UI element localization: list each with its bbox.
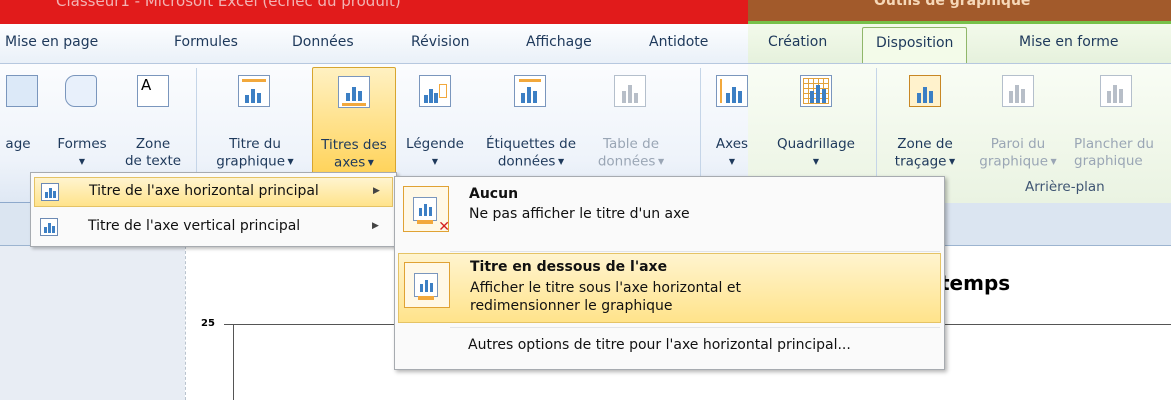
axis-titles-label-2: axes bbox=[334, 154, 366, 171]
menu-separator bbox=[450, 327, 940, 328]
dropdown-caret-icon: ▼ bbox=[1048, 157, 1057, 166]
tab-antidote[interactable]: Antidote bbox=[649, 34, 708, 50]
dropdown-caret-icon: ▼ bbox=[431, 157, 439, 166]
chart-floor-label-2: graphique bbox=[1074, 153, 1143, 169]
legend-button[interactable]: Légende ▼ bbox=[397, 67, 473, 175]
title-below-axis-description-1: Afficher le titre sous l'axe horizontal … bbox=[470, 280, 741, 296]
dropdown-caret-icon: ▼ bbox=[655, 157, 665, 166]
tab-donnees[interactable]: Données bbox=[292, 34, 354, 50]
data-labels-icon bbox=[514, 75, 546, 107]
title-below-axis-title: Titre en dessous de l'axe bbox=[470, 259, 668, 275]
axes-button[interactable]: Axes ▼ bbox=[703, 67, 761, 175]
menu-separator bbox=[450, 251, 940, 252]
plot-area-icon bbox=[909, 75, 941, 107]
submenu-arrow-icon: ▶ bbox=[372, 221, 379, 231]
legend-label: Légende bbox=[406, 136, 464, 152]
vertical-axis-title-label: Titre de l'axe vertical principal bbox=[88, 218, 301, 234]
horizontal-axis-icon bbox=[41, 183, 59, 201]
chart-wall-label-2: graphique bbox=[979, 153, 1048, 170]
close-icon: ✕ bbox=[438, 219, 450, 235]
menu-item-horizontal-axis-title[interactable]: Titre de l'axe horizontal principal ▶ bbox=[34, 177, 393, 207]
gridlines-icon bbox=[800, 75, 832, 107]
contextual-title: Outils de graphique bbox=[874, 0, 1031, 9]
textbox-button[interactable]: A Zone de texte bbox=[121, 67, 185, 175]
chart-title-text[interactable]: temps bbox=[940, 271, 1010, 295]
data-table-label-1: Table de bbox=[602, 136, 660, 152]
y-axis-tick-label: 25 bbox=[201, 318, 215, 329]
picture-icon bbox=[6, 75, 38, 107]
dropdown-caret-icon: ▼ bbox=[285, 157, 294, 166]
submenu-arrow-icon: ▶ bbox=[373, 186, 380, 196]
legend-icon bbox=[419, 75, 451, 107]
window-title: Classeur1 - Microsoft Excel (échec du pr… bbox=[56, 0, 401, 10]
shapes-button[interactable]: Formes ▼ bbox=[49, 67, 115, 175]
chart-floor-icon bbox=[1100, 75, 1132, 107]
chart-title-label-2: graphique bbox=[216, 153, 285, 170]
axis-titles-icon bbox=[338, 76, 370, 108]
dropdown-caret-icon: ▼ bbox=[365, 158, 374, 167]
plot-area-label-1: Zone de bbox=[897, 136, 953, 152]
none-description: Ne pas afficher le titre d'un axe bbox=[469, 206, 690, 222]
axis-titles-menu: Titre de l'axe horizontal principal ▶ Ti… bbox=[30, 172, 397, 247]
tab-mise-en-page[interactable]: Mise en page bbox=[5, 34, 98, 50]
data-labels-label-2: données bbox=[497, 153, 556, 170]
plot-area-label-2: traçage bbox=[894, 153, 947, 170]
dropdown-caret-icon: ▼ bbox=[555, 157, 565, 166]
dropdown-caret-icon: ▼ bbox=[728, 157, 736, 166]
menu-item-vertical-axis-title[interactable]: Titre de l'axe vertical principal ▶ bbox=[34, 213, 393, 243]
axes-label: Axes bbox=[715, 136, 749, 152]
tab-disposition[interactable]: Disposition bbox=[862, 27, 968, 64]
axis-titles-button[interactable]: Titres des axes ▼ bbox=[312, 67, 396, 175]
ribbon-tabs: Mise en page Formules Données Révision A… bbox=[0, 24, 1171, 64]
vertical-axis-icon bbox=[40, 218, 58, 236]
tab-revision[interactable]: Révision bbox=[411, 34, 470, 50]
chart-title-icon bbox=[238, 75, 270, 107]
left-pane bbox=[0, 246, 185, 400]
data-table-label-2: données bbox=[597, 153, 656, 170]
menu-item-none[interactable]: ✕ Aucun Ne pas afficher le titre d'un ax… bbox=[398, 183, 941, 245]
none-title: Aucun bbox=[469, 186, 519, 202]
axis-titles-label-1: Titres des bbox=[321, 137, 387, 153]
chart-floor-label-1: Plancher du bbox=[1074, 136, 1154, 152]
image-label: age bbox=[5, 136, 31, 152]
tab-formules[interactable]: Formules bbox=[174, 34, 238, 50]
plot-area-button[interactable]: Zone de traçage ▼ bbox=[882, 67, 968, 175]
chart-wall-label-1: Paroi du bbox=[990, 136, 1046, 152]
chart-y-axis bbox=[233, 324, 234, 400]
textbox-icon: A bbox=[137, 75, 169, 107]
gridlines-button[interactable]: Quadrillage ▼ bbox=[764, 67, 868, 175]
chart-title-label-1: Titre du bbox=[229, 136, 281, 152]
chart-wall-icon bbox=[1002, 75, 1034, 107]
tab-creation[interactable]: Création bbox=[768, 34, 827, 50]
no-axis-title-icon: ✕ bbox=[403, 186, 450, 235]
chart-floor-button[interactable]: Plancher du graphique bbox=[1066, 67, 1171, 175]
data-labels-button[interactable]: Étiquettes de données ▼ bbox=[476, 67, 586, 175]
menu-item-title-below-axis[interactable]: Titre en dessous de l'axe Afficher le ti… bbox=[398, 253, 941, 323]
dropdown-caret-icon: ▼ bbox=[812, 157, 820, 166]
data-table-icon bbox=[614, 75, 646, 107]
shapes-label: Formes bbox=[57, 136, 107, 152]
tab-affichage[interactable]: Affichage bbox=[526, 34, 592, 50]
title-below-axis-icon bbox=[404, 262, 450, 308]
title-bar: Classeur1 - Microsoft Excel (échec du pr… bbox=[0, 0, 748, 24]
horizontal-axis-title-label: Titre de l'axe horizontal principal bbox=[89, 183, 319, 199]
group-label-background: Arrière-plan bbox=[1025, 179, 1105, 195]
image-button[interactable]: age bbox=[0, 67, 44, 175]
data-table-button[interactable]: Table de données ▼ bbox=[590, 67, 672, 175]
more-title-options[interactable]: Autres options de titre pour l'axe horiz… bbox=[468, 337, 851, 353]
chart-title-button[interactable]: Titre du graphique ▼ bbox=[204, 67, 306, 175]
chart-wall-button[interactable]: Paroi du graphique ▼ bbox=[976, 67, 1060, 175]
tab-mise-en-forme[interactable]: Mise en forme bbox=[1019, 34, 1119, 50]
dropdown-caret-icon: ▼ bbox=[78, 157, 86, 166]
title-below-axis-description-2: redimensionner le graphique bbox=[470, 298, 673, 314]
shapes-icon bbox=[65, 75, 97, 107]
data-labels-label-1: Étiquettes de bbox=[485, 136, 577, 152]
textbox-label-2: de texte bbox=[124, 153, 182, 169]
horizontal-axis-title-submenu: ✕ Aucun Ne pas afficher le titre d'un ax… bbox=[394, 176, 945, 370]
axes-icon bbox=[716, 75, 748, 107]
gridlines-label: Quadrillage bbox=[777, 136, 855, 152]
dropdown-caret-icon: ▼ bbox=[946, 157, 956, 166]
textbox-label-1: Zone bbox=[135, 136, 171, 152]
